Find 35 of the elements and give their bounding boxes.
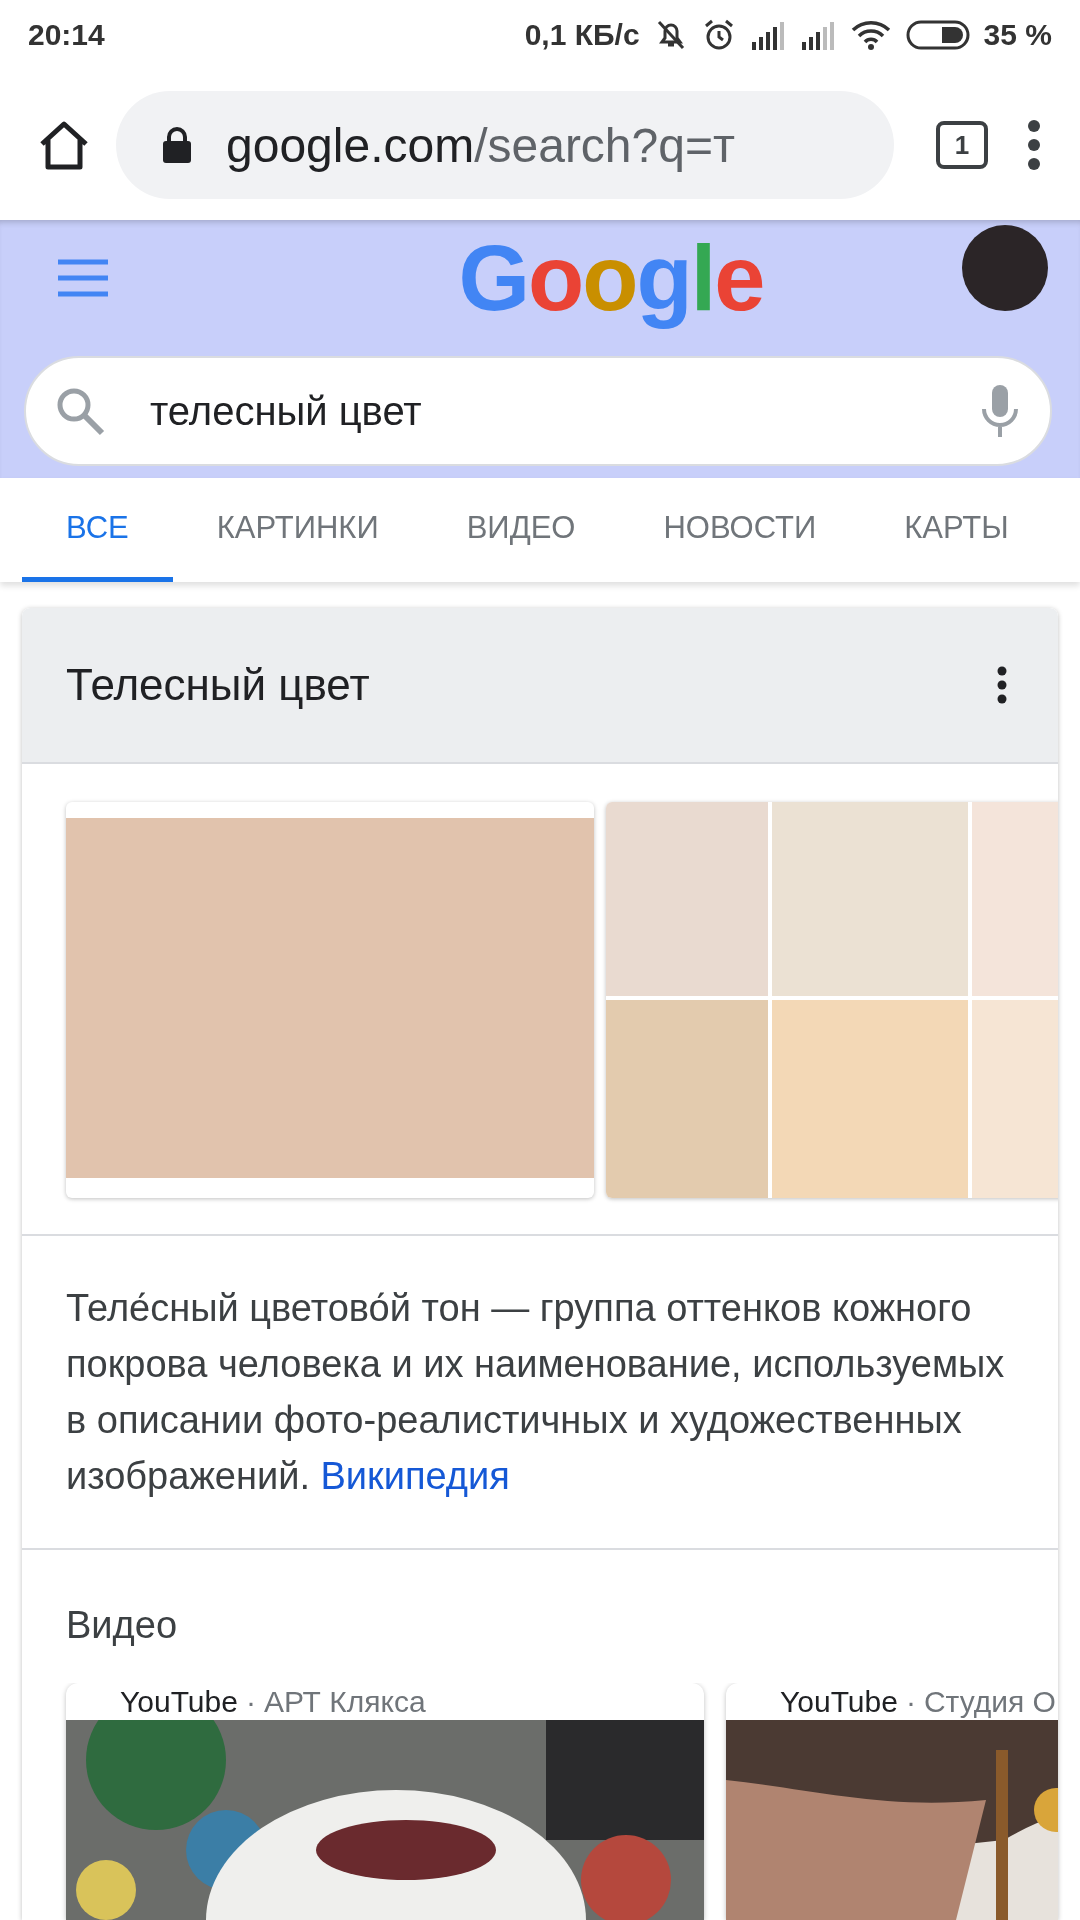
wikipedia-link[interactable]: Википедия [320,1455,510,1497]
url-path: /search?q=т [474,118,735,172]
tab[interactable]: КАРТЫ [860,478,1053,582]
video-card[interactable]: YouTube · АРТ Клякса [66,1683,704,1920]
tab[interactable]: КАРТИНКИ [172,478,423,582]
section-heading: Видео [65,1603,178,1648]
clock: 20:14 [28,18,105,52]
description: Теле́сный цветово́й тон — группа оттенков кожного покрова человека и их наименование, используемых в описании фото-реалистичных и художественных изображений. Википедия [22,1236,1058,1550]
separator-dot: · [245,1684,256,1719]
video-channel: Студия О [923,1684,1056,1719]
card-title: Телесный цвет [66,660,370,710]
lock-icon [162,126,192,164]
home-icon[interactable] [38,120,90,170]
tab[interactable]: ВИДЕО [422,478,620,582]
tab[interactable]: НОВОСТИ [619,478,861,582]
battery-percent: 35 % [983,18,1052,52]
tab[interactable]: ВСЕ [22,478,173,582]
video-card[interactable]: YouTube · Студия О [726,1683,1058,1920]
signal-icon [749,20,786,50]
network-speed: 0,1 КБ/с [524,18,640,52]
more-options-icon[interactable] [996,665,1008,705]
color-swatch-grid[interactable] [606,802,1058,1198]
wifi-icon [849,19,892,51]
tab-count-button[interactable]: 1 [936,121,988,169]
address-bar[interactable]: google.com/search?q=т [116,91,894,199]
microphone-icon[interactable] [980,383,1020,439]
video-source: YouTube [120,1684,238,1719]
search-field[interactable]: телесный цвет [24,356,1052,466]
color-swatch[interactable] [66,802,594,1198]
separator-dot: · [905,1684,916,1719]
signal-icon [799,20,836,50]
video-channel: АРТ Клякса [263,1684,426,1719]
video-source: YouTube [780,1684,898,1719]
battery-icon [905,20,970,50]
url-host: google.com [226,118,475,172]
